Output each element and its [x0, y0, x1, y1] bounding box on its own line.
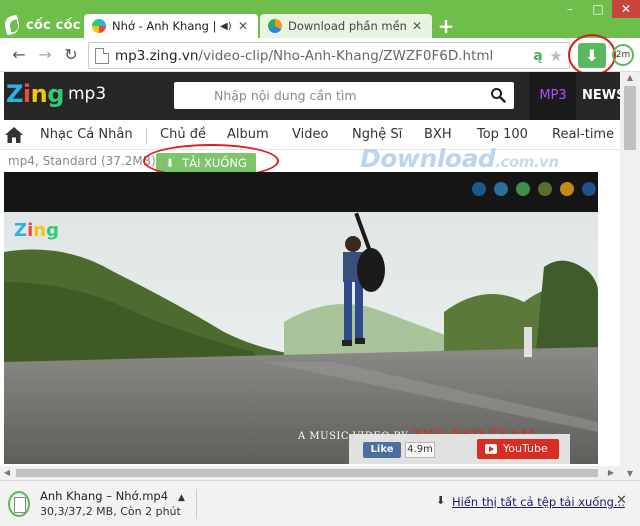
close-window-button[interactable]: ✕ — [612, 0, 640, 18]
bookmark-star-icon[interactable]: ★ — [547, 47, 565, 65]
brand-name: cốc cốc — [26, 17, 81, 33]
download-file-name: Anh Khang – Nhớ.mp4 — [40, 489, 169, 503]
browser-titlebar: cốc cốc Nhớ - Anh Khang | Vide ◀) ✕ Down… — [0, 0, 640, 38]
zing-logo[interactable]: Zing — [6, 80, 64, 108]
video-zing-logo: Zing — [14, 220, 59, 241]
close-tab-icon[interactable]: ✕ — [410, 19, 424, 33]
scroll-left-icon[interactable]: ◀ — [0, 466, 14, 480]
color-dot[interactable] — [538, 182, 552, 196]
facebook-like-button[interactable]: Like — [363, 442, 401, 458]
page-icon — [95, 47, 109, 64]
tab-news[interactable]: NEWS — [582, 72, 625, 120]
nav-item-real-time[interactable]: Real-time — [552, 120, 614, 150]
video-player[interactable]: Zing A MUSIC VIDEO BY THE RED TEAM Like … — [4, 172, 598, 464]
vertical-scroll-thumb[interactable] — [624, 86, 636, 150]
back-arrow-icon[interactable]: ← — [8, 44, 30, 66]
youtube-button[interactable]: YouTube — [477, 439, 559, 459]
show-all-downloads-link[interactable]: Hiển thị tất cả tệp tải xuống... — [452, 495, 625, 509]
browser-toolbar: ← → ↻ mp3.zing.vn/video-clip/Nho-Anh-Kha… — [0, 38, 640, 72]
video-format-info: mp4, Standard (37.2MB) — [8, 154, 156, 168]
youtube-play-icon — [485, 444, 497, 454]
download-file-status: 30,3/37,2 MB, Còn 2 phút — [40, 505, 181, 518]
timer-badge[interactable]: 2m — [612, 44, 634, 66]
color-dot[interactable] — [494, 182, 508, 196]
downloads-shelf: Anh Khang – Nhớ.mp4 30,3/37,2 MB, Còn 2 … — [0, 480, 640, 526]
download-watermark: Download.com.vn — [360, 144, 559, 173]
horizontal-scroll-thumb[interactable] — [16, 469, 598, 477]
video-color-bar — [4, 172, 598, 212]
like-count: 4.9m — [405, 442, 435, 458]
search-icon[interactable] — [490, 87, 506, 103]
nav-divider — [146, 128, 147, 144]
maximize-button[interactable]: □ — [584, 0, 612, 18]
download-arrow-icon: ⬇ — [436, 494, 446, 507]
translate-icon[interactable]: ą — [529, 48, 547, 64]
color-dot[interactable] — [516, 182, 530, 196]
chevron-up-icon[interactable]: ▲ — [178, 493, 185, 503]
url-text[interactable]: mp3.zing.vn/video-clip/Nho-Anh-Khang/ZWZ… — [115, 48, 529, 64]
scroll-down-icon[interactable]: ▼ — [620, 468, 640, 480]
horizontal-scrollbar[interactable]: ◀ ▶ — [0, 466, 620, 480]
download-item[interactable]: Anh Khang – Nhớ.mp4 30,3/37,2 MB, Còn 2 … — [6, 485, 192, 523]
vertical-scrollbar[interactable]: ▲ ▼ — [620, 72, 640, 480]
scroll-right-icon[interactable]: ▶ — [604, 466, 618, 480]
file-progress-icon — [8, 491, 30, 517]
color-dot[interactable] — [582, 182, 596, 196]
nav-item-video[interactable]: Video — [292, 120, 328, 150]
minimize-button[interactable]: – — [556, 0, 584, 18]
tab-download-vn[interactable]: Download phần mềm miễ ✕ — [260, 14, 432, 38]
forward-arrow-icon[interactable]: → — [34, 44, 56, 66]
tab-mp3[interactable]: MP3 — [530, 72, 576, 120]
tab-title: Download phần mềm miễ — [288, 19, 406, 33]
close-shelf-icon[interactable]: ✕ — [616, 493, 627, 508]
zing-search-box[interactable]: Nhập nội dung cần tìm — [174, 82, 514, 109]
zing-header: Zing mp3 Nhập nội dung cần tìm MP3 NEWS — [4, 72, 625, 120]
speaker-icon[interactable]: ◀) — [220, 21, 232, 32]
color-dot[interactable] — [560, 182, 574, 196]
color-dot[interactable] — [472, 182, 486, 196]
tab-title: Nhớ - Anh Khang | Vide — [112, 19, 218, 33]
search-input[interactable]: Nhập nội dung cần tìm — [214, 82, 357, 109]
home-icon[interactable] — [4, 126, 24, 144]
video-frame — [4, 212, 598, 464]
tab-zing-video[interactable]: Nhớ - Anh Khang | Vide ◀) ✕ — [84, 14, 258, 38]
url-path: /video-clip/Nho-Anh-Khang/ZWZF0F6D.html — [198, 47, 494, 64]
zing-product-label: mp3 — [68, 84, 107, 104]
reload-icon[interactable]: ↻ — [60, 44, 82, 66]
new-tab-button[interactable]: + — [436, 16, 456, 36]
coccoc-logo-icon — [3, 14, 23, 36]
url-host: mp3.zing.vn — [115, 47, 199, 64]
coccoc-brand[interactable]: cốc cốc — [3, 13, 83, 37]
highlight-circle — [568, 34, 616, 76]
zing-favicon-icon — [92, 19, 106, 33]
youtube-label: YouTube — [503, 442, 548, 455]
scroll-up-icon[interactable]: ▲ — [620, 72, 640, 84]
address-bar[interactable]: mp3.zing.vn/video-clip/Nho-Anh-Khang/ZWZ… — [88, 42, 570, 69]
nav-item-nhac-ca-nhan[interactable]: Nhạc Cá Nhân — [40, 120, 133, 150]
download-vn-favicon-icon — [268, 19, 282, 33]
social-bar: Like 4.9m YouTube — [349, 434, 570, 464]
close-tab-icon[interactable]: ✕ — [236, 19, 250, 33]
shelf-divider — [196, 489, 197, 519]
